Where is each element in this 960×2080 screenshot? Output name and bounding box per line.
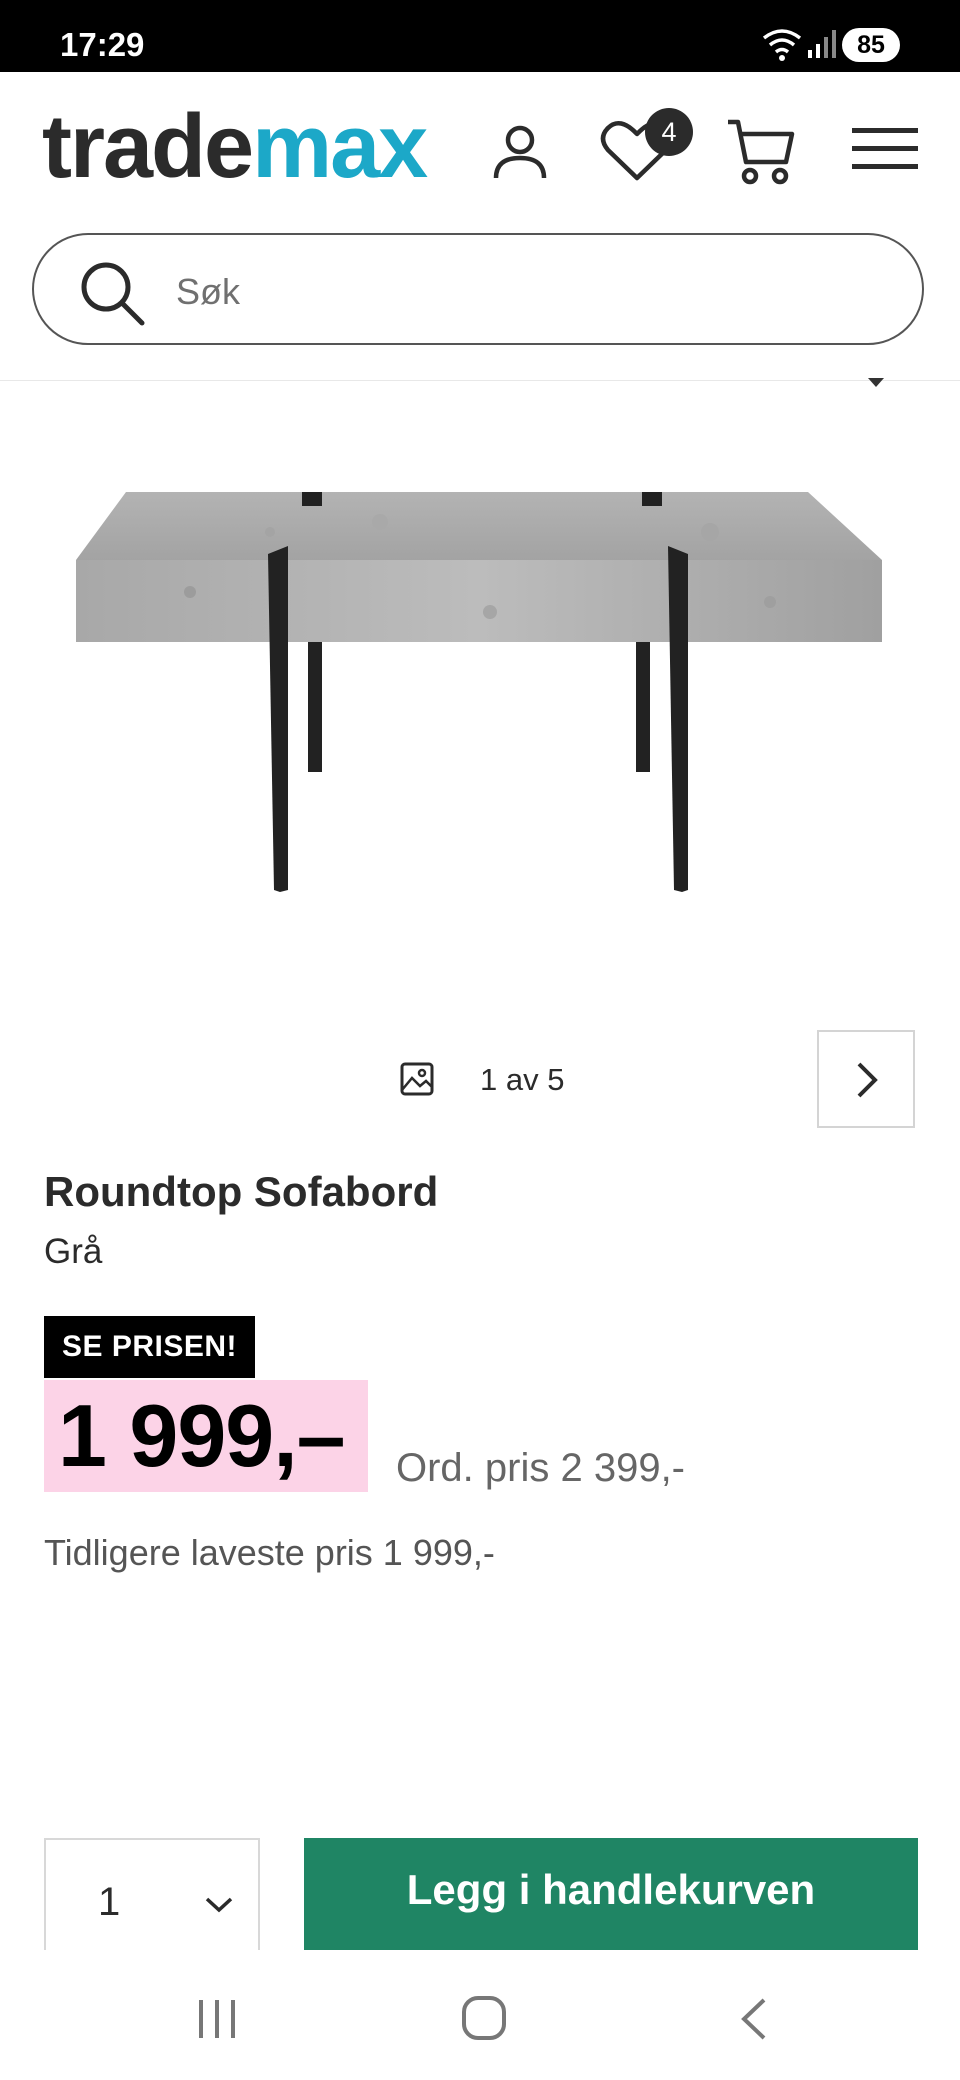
back-icon[interactable]: [736, 1996, 772, 2047]
logo-part-max: max: [252, 97, 428, 197]
search-icon[interactable]: [78, 259, 146, 332]
image-counter: 1 av 5: [480, 1062, 565, 1097]
search-bar[interactable]: [32, 233, 924, 345]
trademax-logo[interactable]: trademax: [42, 102, 428, 192]
shopping-cart-icon[interactable]: [726, 116, 796, 193]
hamburger-menu-icon[interactable]: [852, 126, 918, 177]
promo-badge: SE PRISEN!: [44, 1316, 256, 1378]
favorites-count-badge: 4: [645, 108, 693, 156]
home-icon[interactable]: [460, 1994, 508, 2047]
logo-part-trade: trade: [42, 97, 254, 197]
add-to-cart-button[interactable]: Legg i handlekurven: [304, 1838, 918, 1950]
product-variant: Grå: [44, 1232, 103, 1271]
product-image-gallery[interactable]: [0, 382, 960, 1128]
battery-indicator: 85: [842, 28, 900, 62]
ordinary-price: Ord. pris 2 399,-: [396, 1446, 686, 1490]
wifi-icon: [762, 26, 802, 67]
status-bar: 17:29 85: [0, 0, 960, 72]
system-navigation-bar: [0, 1950, 960, 2080]
signal-icon: [806, 28, 836, 65]
status-time: 17:29: [60, 26, 145, 63]
product-image: [70, 492, 890, 937]
account-icon[interactable]: [490, 120, 550, 189]
product-title: Roundtop Sofabord: [44, 1168, 439, 1215]
search-input[interactable]: [174, 263, 878, 321]
image-icon: [400, 1062, 434, 1101]
chevron-right-icon: [857, 1062, 878, 1098]
gallery-next-button[interactable]: [817, 1030, 915, 1128]
chevron-down-icon: [204, 1896, 234, 1919]
price-highlight: 1 999,–: [44, 1380, 368, 1492]
lowest-price-note: Tidligere laveste pris 1 999,-: [44, 1532, 495, 1573]
recent-apps-icon[interactable]: [195, 1996, 239, 2045]
current-price: 1 999,–: [58, 1386, 346, 1485]
quantity-value: 1: [98, 1880, 121, 1924]
quantity-select[interactable]: 1: [44, 1838, 260, 1950]
